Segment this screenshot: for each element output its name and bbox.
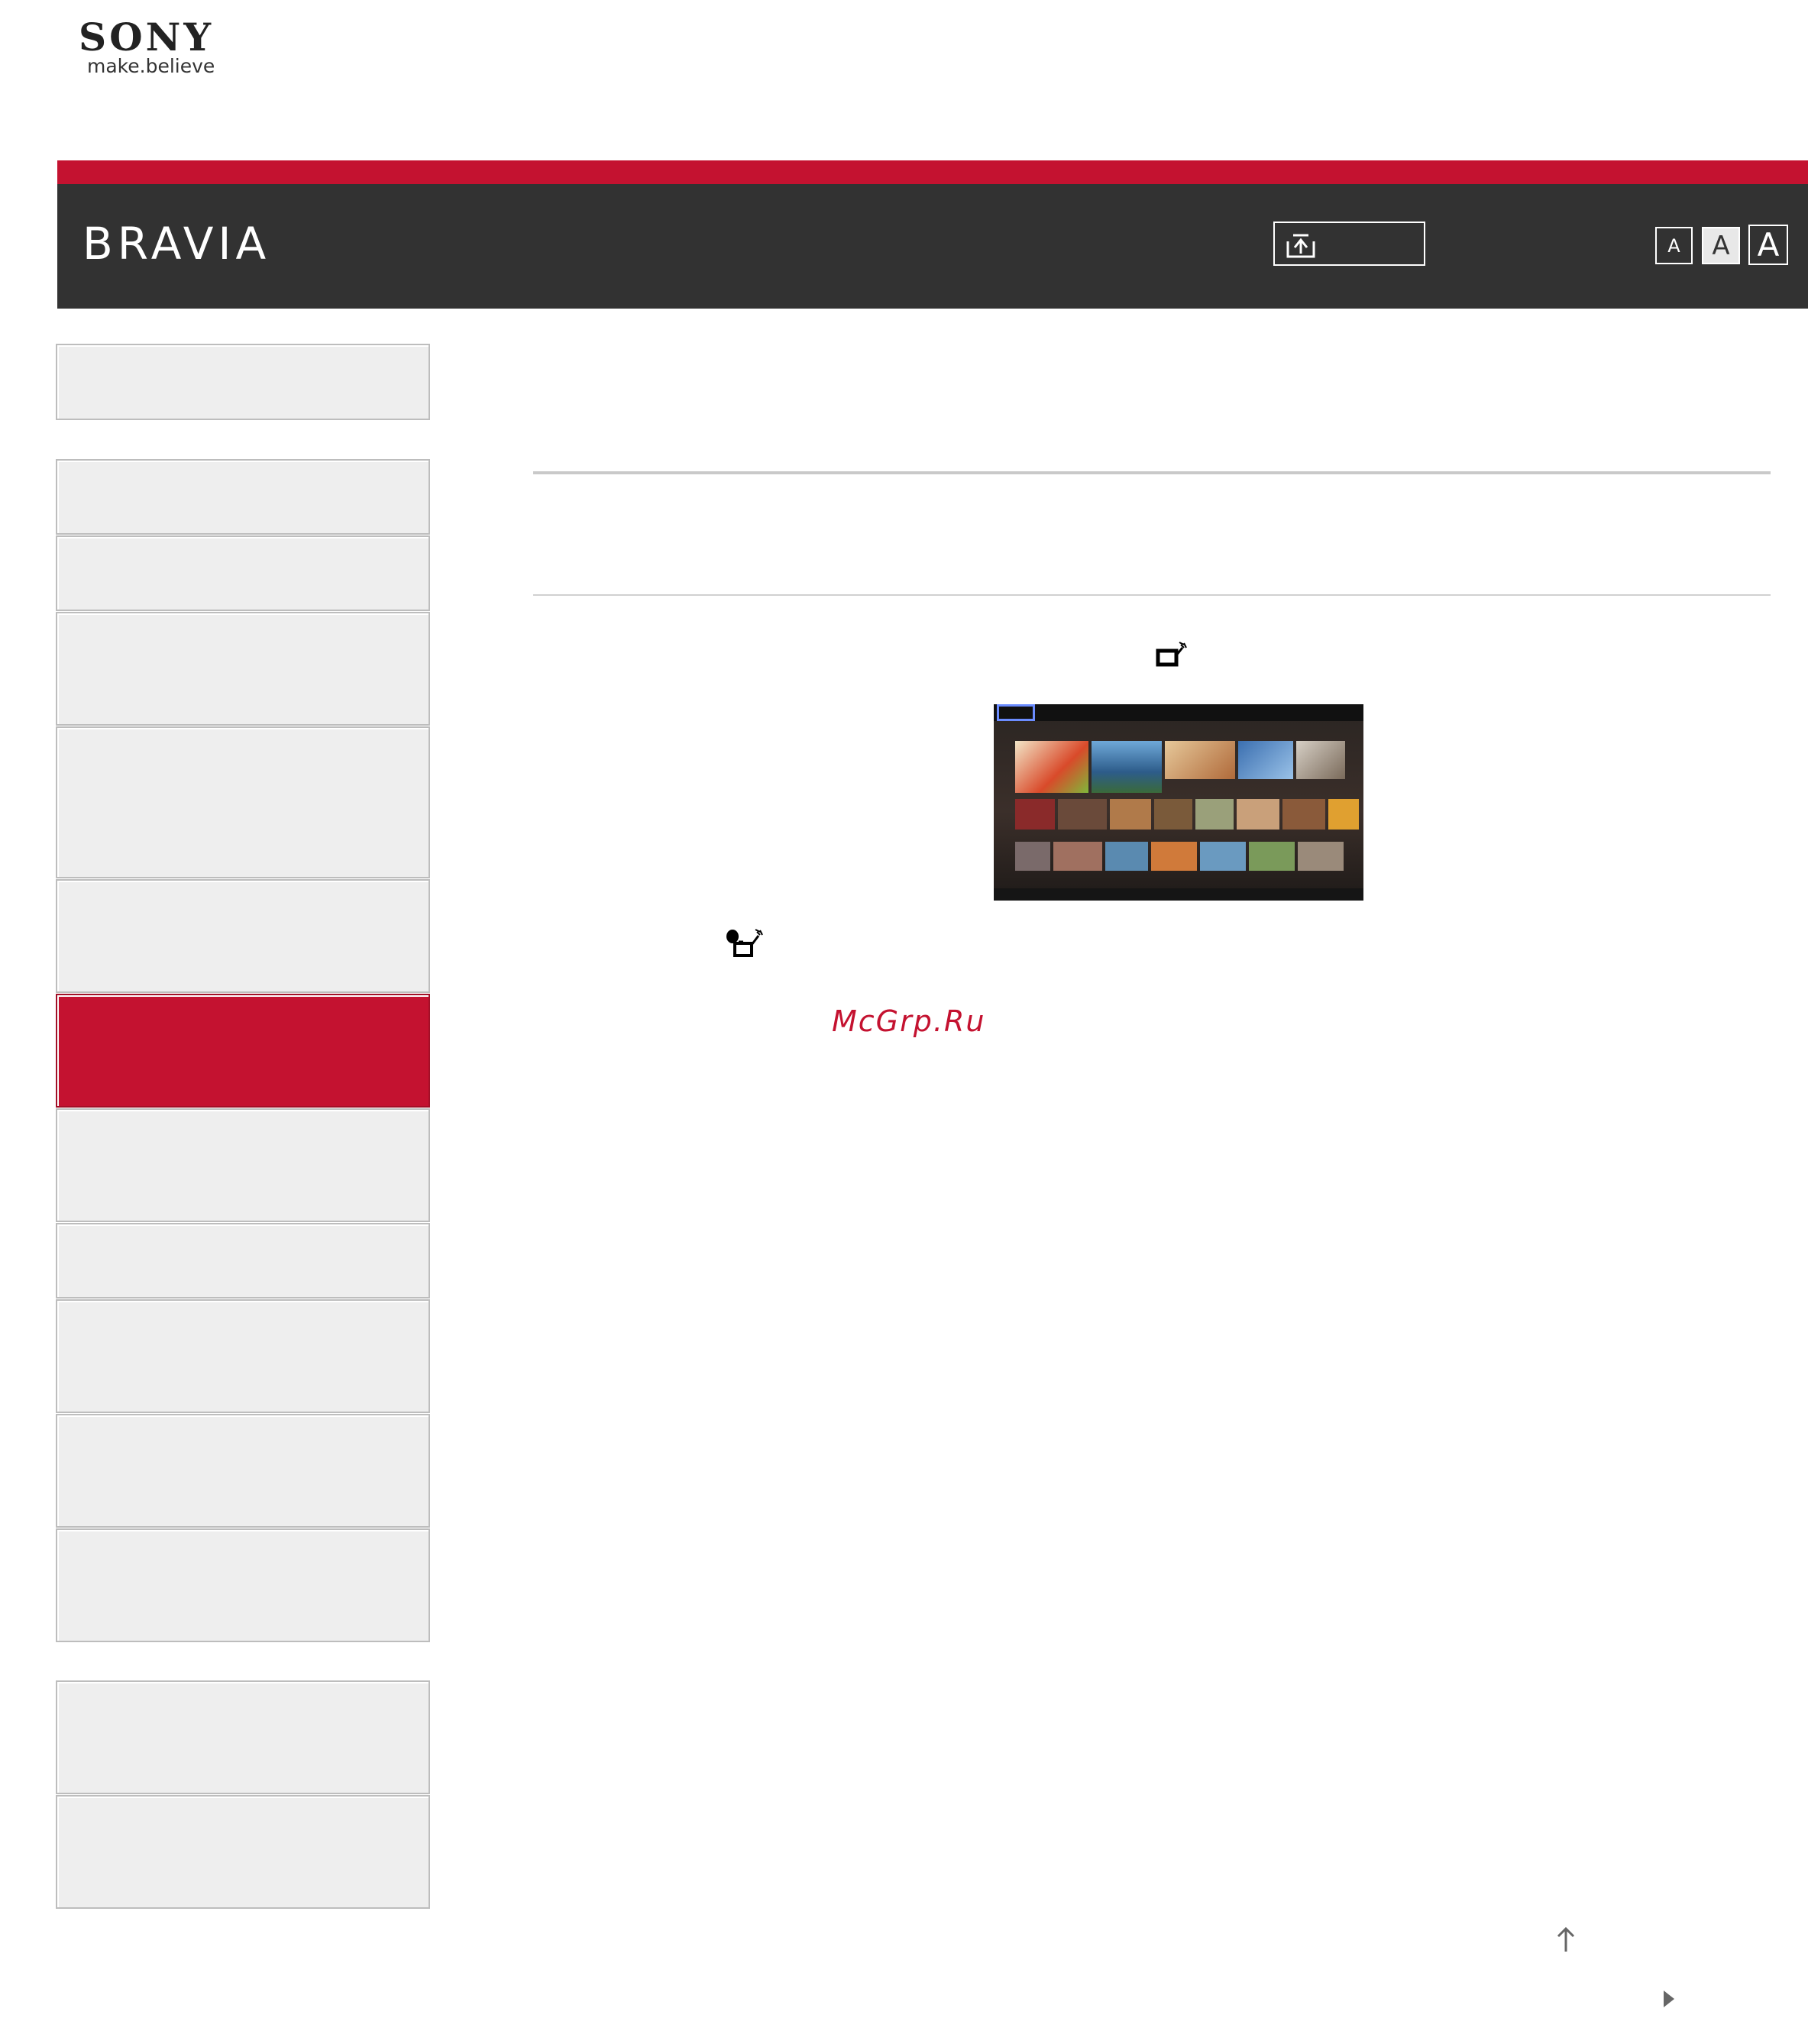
tv-tile [1298,842,1344,871]
watermark-text: McGrp.Ru [832,1004,986,1038]
tv-tile [1058,799,1107,830]
sidebar-item-8[interactable] [56,1223,430,1299]
sony-logo[interactable]: SONY [79,18,214,57]
tv-tile [1105,842,1148,871]
font-size-small-button[interactable]: A [1655,227,1693,264]
tv-tile [1296,741,1345,779]
tv-tile [1154,799,1192,830]
sidebar-item-3[interactable] [56,612,430,726]
tv-home-menu-screenshot [994,704,1363,901]
sidebar-item-9[interactable] [56,1299,430,1413]
upload-search-icon [1286,234,1315,258]
arrow-up-icon[interactable] [1555,1926,1577,1953]
tv-tile [1200,842,1246,871]
triangle-right-icon[interactable] [1661,1988,1677,2010]
tv-tile [1151,842,1197,871]
tv-tile [1238,741,1293,779]
disc-tv-network-icon [726,929,763,957]
section-divider [533,594,1771,596]
tv-tile [1195,799,1234,830]
tv-tile [1015,799,1055,830]
title-divider [533,471,1771,474]
tv-tile [1282,799,1325,830]
tv-tile [1328,799,1359,830]
sidebar-item-5[interactable] [56,879,430,993]
tv-tile [1110,799,1151,830]
tv-network-icon [1156,642,1187,667]
tv-tile [1237,799,1279,830]
tv-focus-highlight [997,704,1035,721]
sidebar-item-1[interactable] [56,459,430,535]
header-accent-bar [57,160,1808,184]
tv-tile [1249,842,1295,871]
sidebar-item-2[interactable] [56,535,430,611]
tv-tile [1015,741,1088,793]
sidebar-item-6-active[interactable] [56,994,430,1108]
tv-tile [1092,741,1162,793]
sidebar-item-12[interactable] [56,1680,430,1794]
font-size-large-button[interactable]: A [1748,225,1788,265]
sony-tagline: make.believe [87,55,215,77]
sidebar-item-11[interactable] [56,1528,430,1642]
brand-title[interactable]: BRAVIA [82,222,270,266]
tv-tile [1053,842,1102,871]
header-bar [57,184,1808,309]
tv-tile [1165,741,1235,779]
sidebar-item-7[interactable] [56,1108,430,1222]
sidebar-item-top[interactable] [56,344,430,420]
sidebar-item-13[interactable] [56,1795,430,1909]
search-input[interactable] [1273,222,1425,266]
tv-bottombar [994,888,1363,901]
sidebar-item-4[interactable] [56,726,430,878]
tv-topbar [994,704,1363,721]
sidebar-item-10[interactable] [56,1414,430,1528]
font-size-medium-button[interactable]: A [1702,227,1740,264]
tv-tile [1015,842,1050,871]
